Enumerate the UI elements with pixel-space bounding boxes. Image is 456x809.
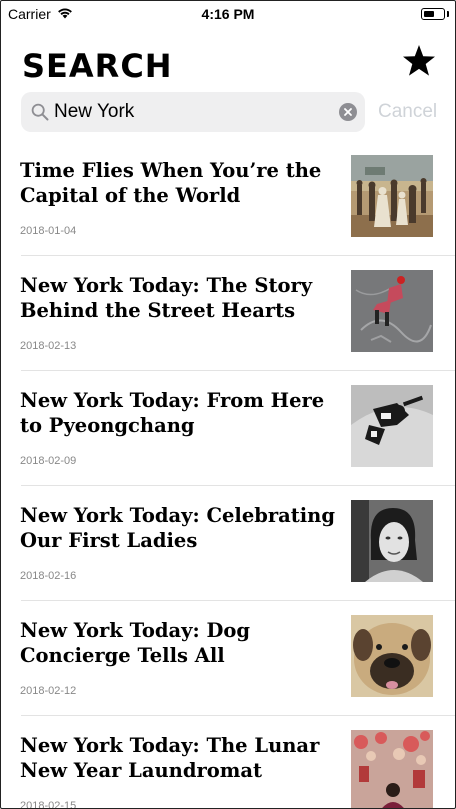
app-screen: Carrier 4:16 PM SEARCH Cancel bbox=[0, 0, 456, 809]
list-item[interactable]: New York Today: Celebrating Our First La… bbox=[1, 486, 455, 601]
search-bar[interactable] bbox=[21, 92, 365, 132]
article-date: 2018-02-09 bbox=[20, 455, 77, 467]
article-title: New York Today: From Here to Pyeongchang bbox=[20, 389, 325, 437]
article-title: Time Flies When You’re the Capital of th… bbox=[20, 159, 322, 207]
search-icon bbox=[31, 103, 49, 121]
list-item[interactable]: Time Flies When You’re the Capital of th… bbox=[1, 141, 455, 256]
clock: 4:16 PM bbox=[201, 6, 255, 22]
status-bar: Carrier 4:16 PM bbox=[1, 1, 455, 29]
star-icon[interactable] bbox=[402, 44, 436, 78]
cancel-button[interactable]: Cancel bbox=[378, 101, 437, 123]
article-date: 2018-02-15 bbox=[20, 800, 77, 809]
article-thumbnail bbox=[351, 615, 433, 697]
results-list: Time Flies When You’re the Capital of th… bbox=[1, 141, 455, 809]
battery-icon bbox=[421, 8, 445, 20]
clear-search-button[interactable] bbox=[339, 103, 357, 121]
list-item[interactable]: New York Today: Dog Concierge Tells All … bbox=[1, 601, 455, 716]
clear-icon bbox=[344, 108, 352, 116]
article-title: New York Today: Dog Concierge Tells All bbox=[20, 619, 251, 667]
article-title: New York Today: The Lunar New Year Laund… bbox=[20, 734, 320, 782]
page-title: SEARCH bbox=[22, 47, 173, 85]
list-item[interactable]: New York Today: From Here to Pyeongchang… bbox=[1, 371, 455, 486]
article-date: 2018-01-04 bbox=[20, 225, 77, 237]
article-thumbnail bbox=[351, 270, 433, 352]
article-date: 2018-02-16 bbox=[20, 570, 77, 582]
article-date: 2018-02-13 bbox=[20, 340, 77, 352]
list-item[interactable]: New York Today: The Story Behind the Str… bbox=[1, 256, 455, 371]
search-input[interactable] bbox=[54, 92, 344, 132]
article-thumbnail bbox=[351, 155, 433, 237]
battery-level bbox=[424, 11, 434, 17]
article-thumbnail bbox=[351, 385, 433, 467]
article-thumbnail bbox=[351, 500, 433, 582]
battery-tip bbox=[447, 11, 449, 17]
article-date: 2018-02-12 bbox=[20, 685, 77, 697]
article-thumbnail bbox=[351, 730, 433, 808]
article-title: New York Today: Celebrating Our First La… bbox=[20, 504, 335, 552]
article-title: New York Today: The Story Behind the Str… bbox=[20, 274, 313, 322]
list-item[interactable]: New York Today: The Lunar New Year Laund… bbox=[1, 716, 455, 809]
